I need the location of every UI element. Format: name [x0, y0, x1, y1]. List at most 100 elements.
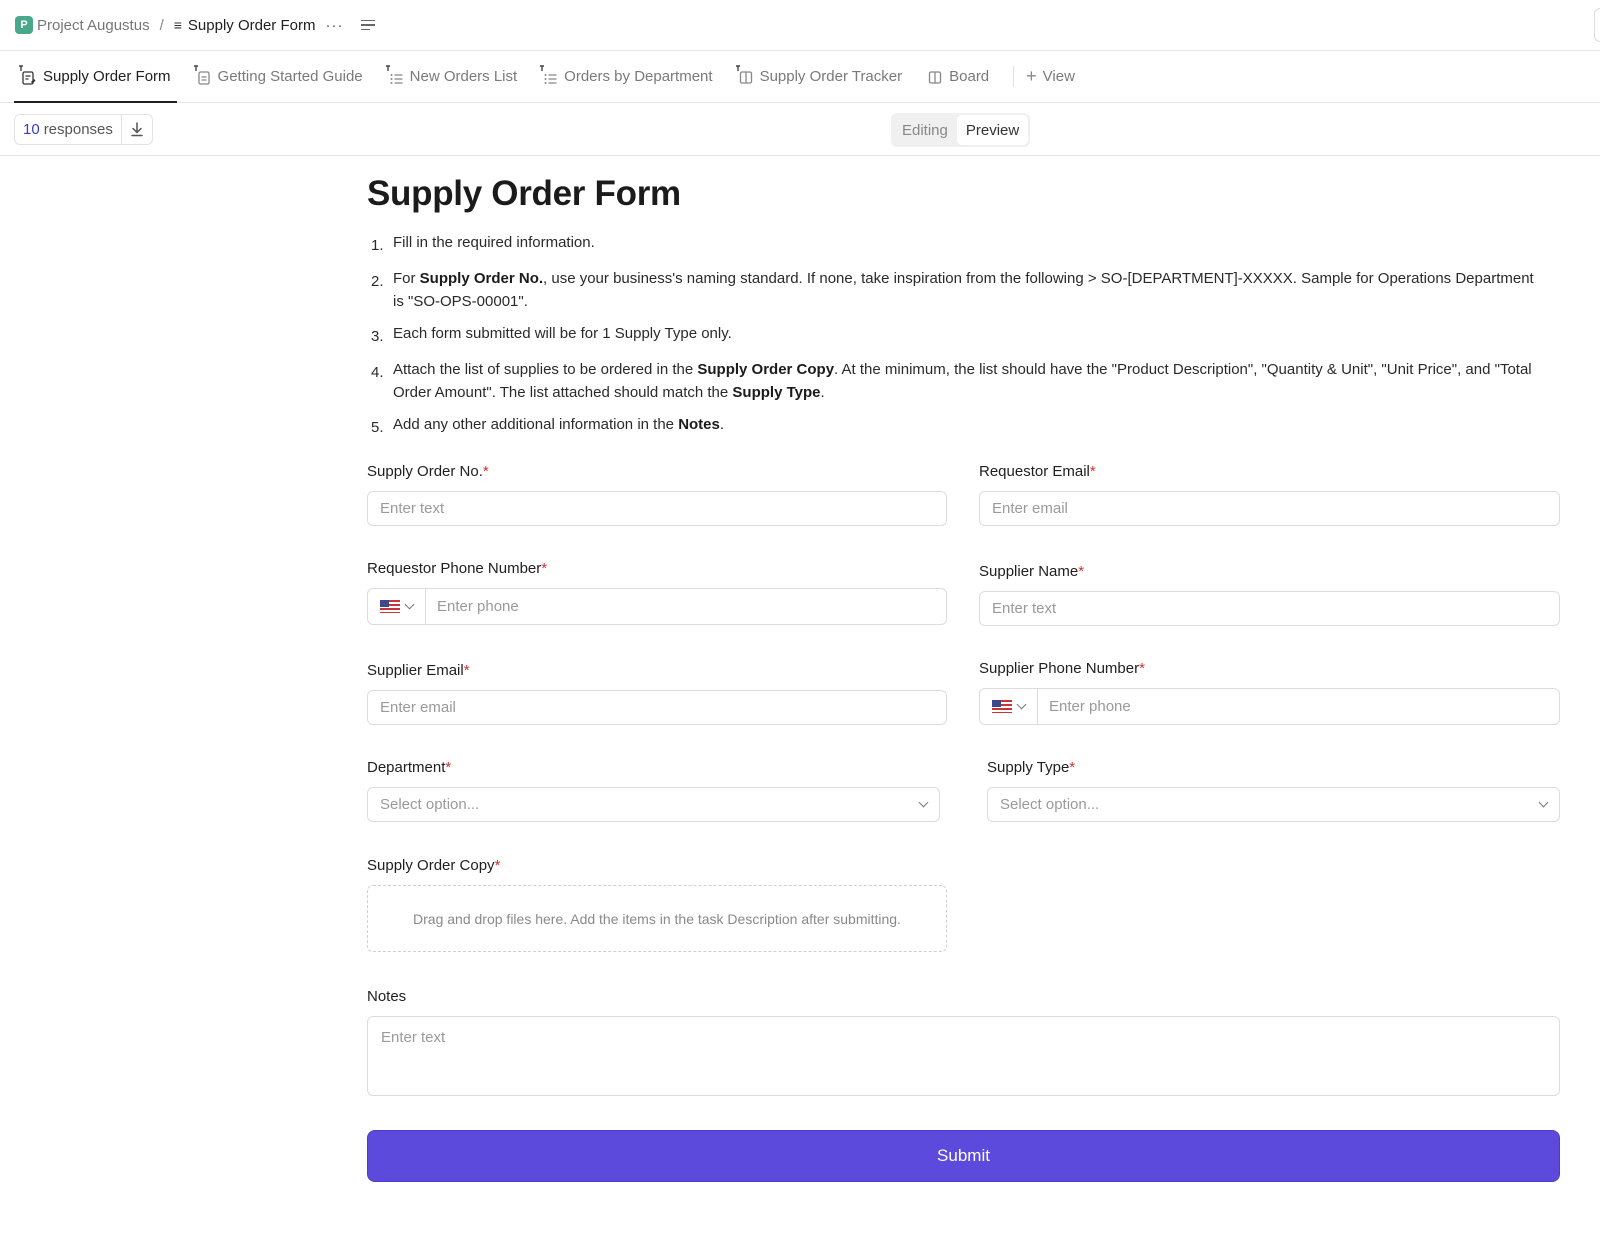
notes-textarea[interactable]: Enter text [367, 1016, 1560, 1096]
breadcrumb-bar: P Project Augustus / ≡ Supply Order Form… [0, 0, 1600, 51]
description-toggle-icon[interactable] [361, 20, 375, 31]
required-marker: * [1139, 660, 1145, 677]
department-select-placeholder: Select option... [380, 796, 479, 813]
supplier-phone-input[interactable]: Enter phone [1038, 689, 1559, 724]
required-marker: * [464, 662, 470, 679]
tab-board[interactable]: Board [920, 51, 995, 102]
field-supplier-phone: Supplier Phone Number* Enter phone [979, 659, 1560, 725]
add-view-button[interactable]: +View [1026, 51, 1075, 102]
tab-getting-started-guide[interactable]: Getting Started Guide [189, 51, 369, 102]
department-select[interactable]: Select option... [367, 787, 940, 822]
requestor-phone-input[interactable]: Enter phone [426, 589, 946, 624]
responses-label: responses [44, 121, 113, 138]
field-requestor-email: Requestor Email* Enter email [979, 462, 1560, 526]
view-tabs: Supply Order Form Getting Started Guide Ne… [0, 51, 1600, 103]
download-responses-button[interactable] [121, 115, 152, 144]
list-icon: ≡ [174, 17, 182, 33]
responses-button[interactable]: 10 responses [15, 115, 121, 144]
pin-icon [539, 65, 547, 73]
file-dropzone[interactable]: Drag and drop files here. Add the items … [367, 885, 947, 952]
field-supply-order-copy: Supply Order Copy* Drag and drop files h… [367, 856, 947, 952]
instructions-list: 1.Fill in the required information.2.For… [367, 231, 1547, 449]
plus-icon: + [1026, 66, 1037, 87]
doc-icon [195, 68, 213, 86]
form-icon [20, 68, 38, 86]
supply-type-select[interactable]: Select option... [987, 787, 1560, 822]
us-flag-icon [992, 700, 1012, 713]
field-label: Requestor Email [979, 463, 1090, 480]
instruction-fragment: Add any other additional information in … [393, 416, 678, 433]
more-options-icon[interactable]: ··· [325, 17, 343, 34]
field-label: Supplier Name [979, 563, 1078, 580]
instruction-item: 5.Add any other additional information i… [367, 413, 1547, 439]
pin-icon [735, 65, 743, 73]
pin-icon [193, 65, 201, 73]
tab-supply-order-tracker[interactable]: Supply Order Tracker [731, 51, 909, 102]
tab-label: Board [949, 68, 989, 85]
submit-button[interactable]: Submit [367, 1130, 1560, 1182]
field-supply-type: Supply Type* Select option... [987, 758, 1560, 822]
us-flag-icon [380, 600, 400, 613]
preview-mode-button[interactable]: Preview [957, 115, 1028, 145]
supply-order-no-input[interactable]: Enter text [367, 491, 947, 526]
field-label: Requestor Phone Number [367, 560, 541, 577]
editing-mode-button[interactable]: Editing [893, 115, 957, 145]
instruction-number: 4. [367, 358, 393, 404]
required-marker: * [483, 463, 489, 480]
chevron-down-icon [1539, 798, 1549, 808]
download-icon [130, 122, 144, 137]
supplier-phone-field: Enter phone [979, 688, 1560, 725]
instruction-number: 3. [367, 322, 393, 348]
tab-divider [1013, 66, 1014, 87]
top-right-control[interactable] [1594, 8, 1600, 42]
required-marker: * [1069, 759, 1075, 776]
chevron-down-icon [919, 798, 929, 808]
supplier-name-input[interactable]: Enter text [979, 591, 1560, 626]
chevron-down-icon [405, 600, 415, 610]
instruction-number: 2. [367, 267, 393, 313]
required-marker: * [1090, 463, 1096, 480]
field-supplier-name: Supplier Name* Enter text [979, 562, 1560, 626]
instruction-emphasis: Notes [678, 416, 720, 433]
instruction-text: Fill in the required information. [393, 231, 595, 257]
field-label: Supplier Phone Number [979, 660, 1139, 677]
supply-type-select-placeholder: Select option... [1000, 796, 1099, 813]
responses-count: 10 [23, 121, 40, 138]
tab-label: Getting Started Guide [218, 68, 363, 85]
instruction-fragment: , use your business's naming standard. I… [393, 270, 1534, 310]
board-icon [737, 68, 755, 86]
tab-new-orders-list[interactable]: New Orders List [381, 51, 524, 102]
instruction-fragment: For [393, 270, 420, 287]
list-icon [541, 68, 559, 86]
mode-toggle: Editing Preview [891, 113, 1030, 147]
field-label: Department [367, 759, 445, 776]
field-label: Supply Order No. [367, 463, 483, 480]
tab-label: Supply Order Tracker [760, 68, 903, 85]
instruction-text: For Supply Order No., use your business'… [393, 267, 1547, 313]
tab-orders-by-department[interactable]: Orders by Department [535, 51, 718, 102]
breadcrumb-separator: / [160, 17, 164, 34]
instruction-text: Each form submitted will be for 1 Supply… [393, 322, 732, 348]
instruction-number: 1. [367, 231, 393, 257]
instruction-item: 2.For Supply Order No., use your busines… [367, 267, 1547, 313]
breadcrumb-project[interactable]: Project Augustus [37, 17, 150, 34]
pin-icon [385, 65, 393, 73]
supplier-email-input[interactable]: Enter email [367, 690, 947, 725]
instruction-item: 3.Each form submitted will be for 1 Supp… [367, 322, 1547, 348]
field-requestor-phone: Requestor Phone Number* Enter phone [367, 559, 947, 625]
tab-supply-order-form[interactable]: Supply Order Form [14, 51, 177, 102]
list-icon [387, 68, 405, 86]
breadcrumb-current-page[interactable]: Supply Order Form [188, 17, 316, 34]
tab-label: Orders by Department [564, 68, 712, 85]
instruction-fragment: Each form submitted will be for 1 Supply… [393, 325, 732, 342]
requestor-email-input[interactable]: Enter email [979, 491, 1560, 526]
instruction-emphasis: Supply Order No. [420, 270, 543, 287]
project-avatar[interactable]: P [15, 16, 33, 34]
country-code-select[interactable] [368, 589, 426, 624]
required-marker: * [541, 560, 547, 577]
country-code-select[interactable] [980, 689, 1038, 724]
field-department: Department* Select option... [367, 758, 940, 822]
requestor-phone-field: Enter phone [367, 588, 947, 625]
field-notes: Notes Enter text [367, 987, 1560, 1096]
instruction-fragment: . [820, 384, 824, 401]
